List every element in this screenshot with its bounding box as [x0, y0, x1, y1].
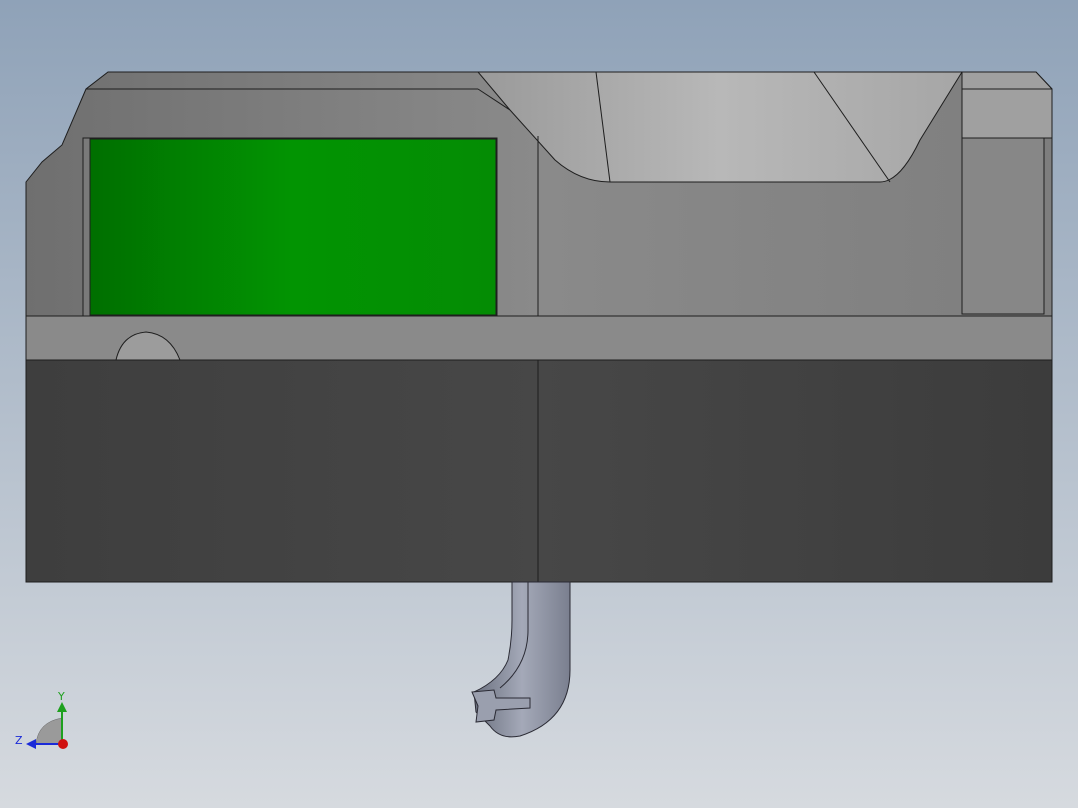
triad-x-axis-dot [58, 739, 68, 749]
rail-plate[interactable] [25, 315, 1053, 361]
green-insert[interactable] [89, 138, 497, 316]
triad-y-label: Y [57, 690, 65, 703]
right-step-lower-face[interactable] [961, 137, 1045, 315]
triad-z-label: Z [15, 734, 23, 747]
cad-viewport[interactable]: Y Z [0, 0, 1078, 808]
lower-body[interactable] [25, 359, 1053, 583]
right-step-face[interactable] [961, 71, 1053, 139]
